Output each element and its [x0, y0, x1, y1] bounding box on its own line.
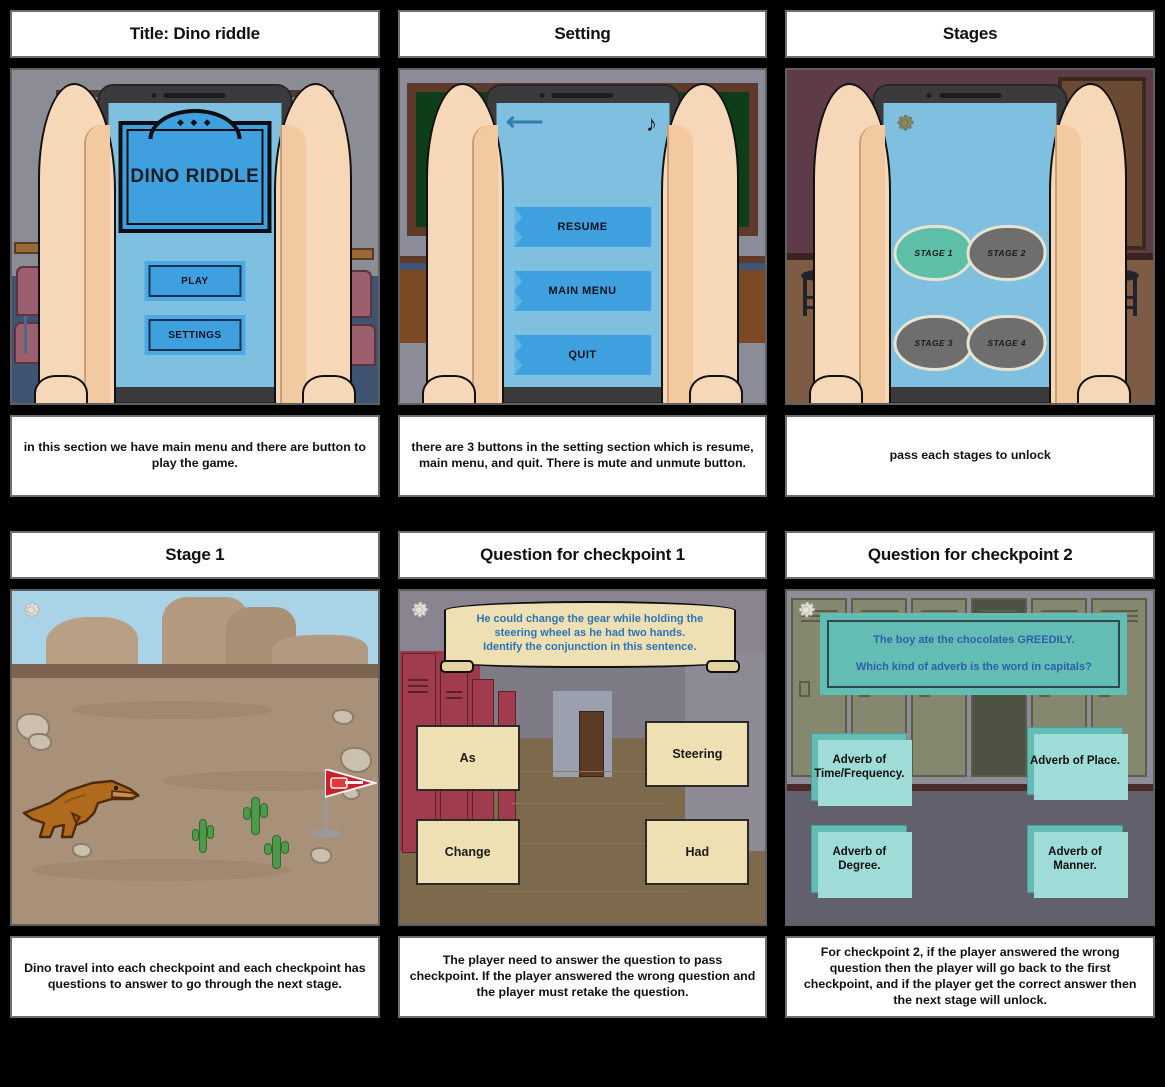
panel-4-scene: [10, 589, 380, 926]
answer-option-change-label: Change: [444, 845, 491, 859]
row-1-scenes: ◆ ◆ ◆ DINO RIDDLE PLAY SETTINGS ⟵ ♪ RESU…: [0, 68, 1165, 405]
panel-3-caption: pass each stages to unlock: [785, 415, 1156, 497]
panel-3-title: Stages: [785, 10, 1156, 58]
question-panel: The boy ate the chocolates GREEDILY. Whi…: [820, 613, 1128, 695]
panel-4-caption: Dino travel into each checkpoint and eac…: [10, 936, 380, 1018]
hand-left: [813, 83, 892, 403]
panel-5-title: Question for checkpoint 1: [397, 531, 768, 579]
panel-6-caption: For checkpoint 2, if the player answered…: [785, 936, 1156, 1018]
row-1-titles: Title: Dino riddle Setting Stages: [0, 10, 1165, 58]
phone-device: STAGE 1 STAGE 2 STAGE 3 STAGE 4: [872, 84, 1068, 403]
panel-4-title: Stage 1: [10, 531, 380, 579]
music-note-icon[interactable]: ♪: [646, 111, 657, 137]
back-arrow-icon[interactable]: ⟵: [506, 108, 543, 134]
quit-button[interactable]: QUIT: [514, 335, 651, 375]
panel-1-caption: in this section we have main menu and th…: [10, 415, 380, 497]
panel-6-title: Question for checkpoint 2: [785, 531, 1156, 579]
gear-icon[interactable]: [894, 112, 916, 134]
panel-1-scene: ◆ ◆ ◆ DINO RIDDLE PLAY SETTINGS: [10, 68, 380, 405]
panel-5-scene: He could change the gear while holding t…: [397, 589, 768, 926]
stage-1-button[interactable]: STAGE 1: [893, 225, 974, 281]
hand-left: [425, 83, 504, 403]
answer-option-degree-label: Adverb of Degree.: [832, 845, 887, 872]
quit-button-label: QUIT: [568, 349, 597, 361]
knuckle-left: [34, 375, 88, 403]
gem-decoration: ◆ ◆ ◆: [176, 117, 213, 127]
stage-3-label: STAGE 3: [914, 338, 953, 348]
gear-icon[interactable]: [408, 599, 430, 621]
panel-2-scene: ⟵ ♪ RESUME MAIN MENU QUIT: [397, 68, 768, 405]
locker-room-background: The boy ate the chocolates GREEDILY. Whi…: [787, 591, 1154, 924]
answer-option-manner[interactable]: Adverb of Manner.: [1027, 825, 1129, 898]
phone-device: ⟵ ♪ RESUME MAIN MENU QUIT: [485, 84, 680, 403]
gear-icon[interactable]: [795, 599, 817, 621]
row-2-titles: Stage 1 Question for checkpoint 1 Questi…: [0, 531, 1165, 579]
phone-screen-main-menu: ◆ ◆ ◆ DINO RIDDLE PLAY SETTINGS: [108, 103, 282, 387]
answer-option-as-label: As: [459, 751, 476, 765]
knuckle-right: [1077, 375, 1132, 403]
knuckle-left: [421, 375, 476, 403]
answer-option-steering-label: Steering: [672, 747, 723, 761]
stage-3-button[interactable]: STAGE 3: [893, 315, 974, 371]
stage-2-label: STAGE 2: [987, 248, 1026, 258]
row-2-scenes: He could change the gear while holding t…: [0, 589, 1165, 926]
hand-left: [38, 83, 116, 403]
answer-option-place-label: Adverb of Place.: [1029, 754, 1121, 767]
knuckle-right: [301, 375, 356, 403]
stage-1-label: STAGE 1: [914, 248, 953, 258]
gear-icon[interactable]: [20, 599, 42, 621]
question-line-1: The boy ate the chocolates GREEDILY.: [873, 634, 1075, 646]
knuckle-left: [809, 375, 864, 403]
main-menu-button-label: MAIN MENU: [548, 285, 617, 297]
game-title-text: DINO RIDDLE: [130, 166, 260, 187]
panel-1-title: Title: Dino riddle: [10, 10, 380, 58]
phone-screen-stage-select: STAGE 1 STAGE 2 STAGE 3 STAGE 4: [883, 103, 1057, 387]
play-button-label: PLAY: [148, 265, 242, 297]
answer-option-degree[interactable]: Adverb of Degree.: [811, 825, 913, 898]
question-line-2: Which kind of adverb is the word in capi…: [855, 661, 1092, 674]
storyboard: Title: Dino riddle Setting Stages ◆ ◆ ◆ …: [0, 0, 1165, 1087]
desert-background: [12, 591, 378, 924]
hallway-background: He could change the gear while holding t…: [399, 591, 766, 924]
hallway-door: [578, 710, 605, 778]
row-1-captions: in this section we have main menu and th…: [0, 415, 1165, 497]
hand-right: [661, 83, 740, 403]
answer-option-manner-label: Adverb of Manner.: [1048, 845, 1102, 872]
panel-2-title: Setting: [397, 10, 768, 58]
settings-button[interactable]: SETTINGS: [144, 315, 246, 355]
answer-option-change[interactable]: Change: [415, 819, 520, 885]
resume-button-label: RESUME: [557, 221, 608, 233]
hand-right: [273, 83, 352, 403]
game-title-plate: ◆ ◆ ◆ DINO RIDDLE: [118, 109, 272, 233]
question-scroll: He could change the gear while holding t…: [439, 601, 741, 674]
panel-3-scene: STAGE 1 STAGE 2 STAGE 3 STAGE 4: [785, 68, 1156, 405]
answer-option-place[interactable]: Adverb of Place.: [1027, 727, 1129, 800]
hand-right: [1049, 83, 1128, 403]
answer-option-had-label: Had: [685, 845, 710, 859]
stage-2-button[interactable]: STAGE 2: [966, 225, 1047, 281]
question-line-3: Identify the conjunction in this sentenc…: [483, 640, 697, 653]
settings-button-label: SETTINGS: [148, 319, 242, 351]
resume-button[interactable]: RESUME: [514, 207, 651, 247]
panel-2-caption: there are 3 buttons in the setting secti…: [397, 415, 768, 497]
main-menu-button[interactable]: MAIN MENU: [514, 271, 651, 311]
answer-option-had[interactable]: Had: [645, 819, 750, 885]
answer-option-time-frequency-label: Adverb of Time/Frequency.: [814, 753, 905, 780]
panel-5-caption: The player need to answer the question t…: [397, 936, 768, 1018]
t-rex-character: [20, 769, 141, 846]
stage-4-label: STAGE 4: [987, 338, 1026, 348]
knuckle-right: [689, 375, 744, 403]
stage-4-button[interactable]: STAGE 4: [966, 315, 1047, 371]
answer-option-time-frequency[interactable]: Adverb of Time/Frequency.: [811, 733, 913, 806]
phone-screen-settings: ⟵ ♪ RESUME MAIN MENU QUIT: [496, 103, 669, 387]
question-line-1: He could change the gear while holding t…: [476, 613, 704, 625]
row-2-captions: Dino travel into each checkpoint and eac…: [0, 936, 1165, 1018]
play-button[interactable]: PLAY: [144, 261, 246, 301]
phone-device: ◆ ◆ ◆ DINO RIDDLE PLAY SETTINGS: [97, 84, 293, 403]
question-line-2: steering wheel as he had two hands.: [494, 626, 686, 639]
panel-6-scene: The boy ate the chocolates GREEDILY. Whi…: [785, 589, 1156, 926]
answer-option-steering[interactable]: Steering: [645, 721, 750, 787]
answer-option-as[interactable]: As: [415, 725, 520, 791]
